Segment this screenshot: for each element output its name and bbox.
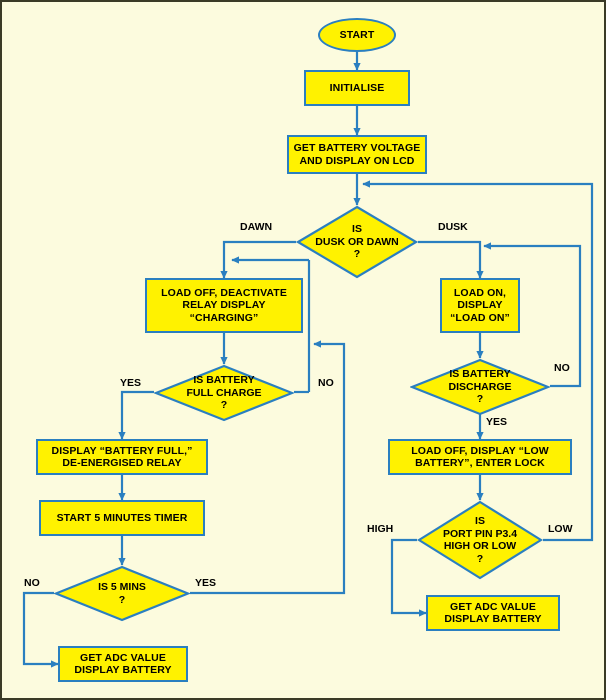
- edge-5mins-no: [22, 591, 59, 668]
- edge-label-dawn: DAWN: [240, 221, 273, 233]
- node-is-dusk-or-dawn[interactable]: IS DUSK OR DAWN ?: [296, 205, 418, 279]
- node-initialise[interactable]: INITIALISE: [304, 70, 410, 106]
- edge-label-5-mins-yes: YES: [195, 577, 217, 589]
- edge-label-dusk: DUSK: [438, 221, 468, 233]
- node-get-adc-value-left[interactable]: GET ADC VALUE DISPLAY BATTERY: [58, 646, 188, 682]
- flowchart-canvas: START INITIALISE GET BATTERY VOLTAGE AND…: [0, 0, 606, 700]
- node-display-battery-full[interactable]: DISPLAY “BATTERY FULL,” DE-ENERGISED REL…: [36, 439, 208, 475]
- node-is-port-pin[interactable]: IS PORT PIN P3.4 HIGH OR LOW ?: [417, 500, 543, 580]
- edge-label-discharge-no: NO: [554, 362, 570, 374]
- edge-label-full-charge-yes: YES: [120, 377, 142, 389]
- edge-label-5-mins-no: NO: [24, 577, 40, 589]
- node-get-adc-value-right[interactable]: GET ADC VALUE DISPLAY BATTERY: [426, 595, 560, 631]
- node-is-battery-discharge[interactable]: IS BATTERY DISCHARGE ?: [410, 358, 550, 416]
- node-load-off-low-battery[interactable]: LOAD OFF, DISPLAY “LOW BATTERY”, ENTER L…: [388, 439, 572, 475]
- node-is-5-mins[interactable]: IS 5 MINS ?: [54, 565, 190, 622]
- edge-dusk-to-loadon: [418, 240, 484, 279]
- edge-label-discharge-yes: YES: [486, 416, 508, 428]
- node-is-battery-full-charge[interactable]: IS BATTERY FULL CHARGE ?: [154, 364, 294, 422]
- node-load-off-charging[interactable]: LOAD OFF, DEACTIVATE RELAY DISPLAY “CHAR…: [145, 278, 303, 333]
- edge-label-port-pin-high: HIGH: [367, 523, 394, 535]
- edge-label-port-pin-low: LOW: [548, 523, 573, 535]
- node-get-battery-voltage[interactable]: GET BATTERY VOLTAGE AND DISPLAY ON LCD: [287, 135, 427, 174]
- edge-label-full-charge-no: NO: [318, 377, 334, 389]
- edge-fullcharge-yes: [118, 390, 154, 440]
- node-load-on[interactable]: LOAD ON, DISPLAY “LOAD ON”: [440, 278, 520, 333]
- node-start-5-minutes-timer[interactable]: START 5 MINUTES TIMER: [39, 500, 205, 536]
- node-start[interactable]: START: [318, 18, 396, 52]
